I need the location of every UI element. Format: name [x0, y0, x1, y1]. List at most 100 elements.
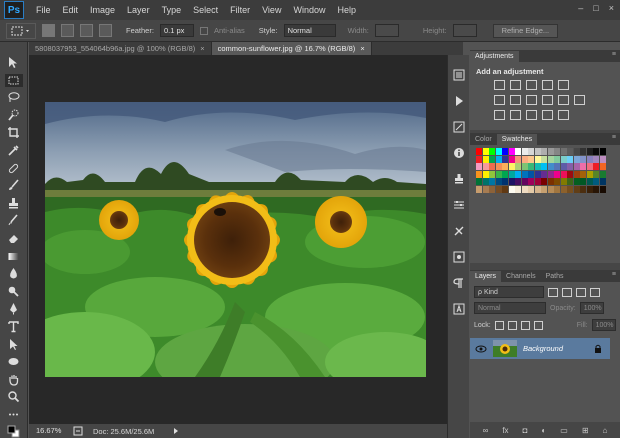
hue-saturation-icon[interactable] [494, 95, 505, 105]
black-white-icon[interactable] [526, 95, 537, 105]
close-window-button[interactable]: × [609, 3, 614, 13]
color-swatch[interactable] [508, 185, 515, 193]
color-swatch[interactable] [560, 148, 567, 155]
tool-presets-icon[interactable] [451, 224, 467, 237]
color-swatch[interactable] [476, 148, 482, 155]
menu-edit[interactable]: Edit [57, 5, 85, 15]
menu-image[interactable]: Image [84, 5, 121, 15]
color-swatch[interactable] [489, 163, 495, 170]
type-filter-icon[interactable] [576, 287, 586, 297]
color-swatch[interactable] [495, 178, 502, 185]
color-swatch[interactable] [489, 185, 495, 193]
posterize-icon[interactable] [510, 110, 521, 120]
channel-mixer-icon[interactable] [558, 95, 569, 105]
color-swatch[interactable] [482, 178, 489, 185]
actions-panel-icon[interactable] [451, 94, 467, 107]
color-swatch[interactable] [567, 185, 573, 193]
color-swatch[interactable] [534, 170, 541, 178]
threshold-icon[interactable] [526, 110, 537, 120]
color-swatch[interactable] [554, 185, 560, 193]
color-swatch[interactable] [502, 155, 508, 163]
menu-select[interactable]: Select [187, 5, 224, 15]
color-swatch[interactable] [554, 178, 560, 185]
color-swatch[interactable] [508, 163, 515, 170]
edit-toolbar-tool[interactable] [5, 408, 23, 421]
clone-stamp-tool[interactable] [5, 197, 23, 210]
color-swatch[interactable] [515, 163, 521, 170]
brush-presets-icon[interactable] [451, 250, 467, 263]
invert-icon[interactable] [494, 110, 505, 120]
rectangular-marquee-tool[interactable] [4, 73, 23, 87]
gradient-tool[interactable] [5, 250, 23, 263]
color-swatch[interactable] [515, 185, 521, 193]
color-swatch[interactable] [547, 155, 554, 163]
color-swatch[interactable] [502, 163, 508, 170]
levels-icon[interactable] [510, 80, 521, 90]
color-swatch[interactable] [502, 178, 508, 185]
blend-mode-select[interactable]: Normal [474, 302, 546, 314]
tab-layers[interactable]: Layers [470, 271, 502, 282]
brush-tool[interactable] [5, 179, 23, 192]
color-swatch[interactable] [528, 148, 534, 155]
color-swatch[interactable] [547, 178, 554, 185]
color-swatch[interactable] [528, 163, 534, 170]
color-swatch[interactable] [599, 170, 606, 178]
color-swatch[interactable] [476, 170, 482, 178]
color-swatch[interactable] [515, 170, 521, 178]
color-swatch[interactable] [586, 163, 593, 170]
height-input[interactable] [452, 24, 477, 37]
color-swatch[interactable] [476, 155, 482, 163]
color-swatch[interactable] [508, 148, 515, 155]
color-swatch[interactable] [593, 185, 599, 193]
color-swatch[interactable] [599, 178, 606, 185]
color-swatch[interactable] [541, 155, 547, 163]
color-swatch[interactable] [547, 170, 554, 178]
color-swatch[interactable] [554, 148, 560, 155]
fill-input[interactable]: 100% [591, 319, 616, 331]
color-swatch[interactable] [599, 148, 606, 155]
color-lookup-icon[interactable] [574, 95, 585, 105]
add-to-selection-button[interactable] [61, 24, 74, 37]
adjustment-filter-icon[interactable] [562, 287, 572, 297]
color-swatch[interactable] [599, 163, 606, 170]
layer-mask-icon[interactable]: ◘ [523, 426, 528, 435]
color-swatch[interactable] [482, 148, 489, 155]
history-panel-icon[interactable] [451, 68, 467, 81]
pen-tool[interactable] [5, 302, 23, 315]
visibility-eye-icon[interactable] [475, 344, 487, 354]
color-swatches-tool[interactable] [5, 425, 23, 438]
color-swatch[interactable] [502, 185, 508, 193]
color-swatch[interactable] [515, 148, 521, 155]
lock-position-icon[interactable] [520, 320, 530, 330]
color-swatch[interactable] [489, 155, 495, 163]
color-swatch[interactable] [495, 170, 502, 178]
move-tool[interactable] [5, 56, 23, 69]
color-swatch[interactable] [560, 155, 567, 163]
color-swatch[interactable] [560, 170, 567, 178]
opacity-input[interactable]: 100% [579, 302, 604, 314]
color-swatch[interactable] [547, 163, 554, 170]
clone-source-icon[interactable] [451, 172, 467, 185]
info-panel-icon[interactable] [451, 146, 467, 159]
document-tab[interactable]: 5808037953_554064b96a.jpg @ 100% (RGB/8)… [29, 42, 212, 55]
healing-brush-tool[interactable] [5, 162, 23, 175]
document-tab-active[interactable]: common-sunflower.jpg @ 16.7% (RGB/8) × [211, 42, 372, 55]
color-swatch[interactable] [580, 170, 586, 178]
color-swatch[interactable] [593, 148, 599, 155]
color-swatch[interactable] [482, 163, 489, 170]
color-swatch[interactable] [580, 163, 586, 170]
character-panel-icon[interactable] [451, 302, 467, 315]
lock-all-icon[interactable] [533, 320, 543, 330]
color-swatch[interactable] [521, 170, 528, 178]
feather-input[interactable]: 0.1 px [159, 24, 194, 37]
color-swatch[interactable] [508, 155, 515, 163]
color-swatch[interactable] [599, 185, 606, 193]
link-layers-icon[interactable]: ∞ [483, 426, 489, 435]
maximize-button[interactable]: □ [593, 3, 598, 13]
color-swatch[interactable] [554, 155, 560, 163]
blur-tool[interactable] [5, 267, 23, 280]
color-swatch[interactable] [554, 170, 560, 178]
color-swatch[interactable] [534, 178, 541, 185]
color-swatch[interactable] [599, 155, 606, 163]
color-swatch[interactable] [495, 148, 502, 155]
